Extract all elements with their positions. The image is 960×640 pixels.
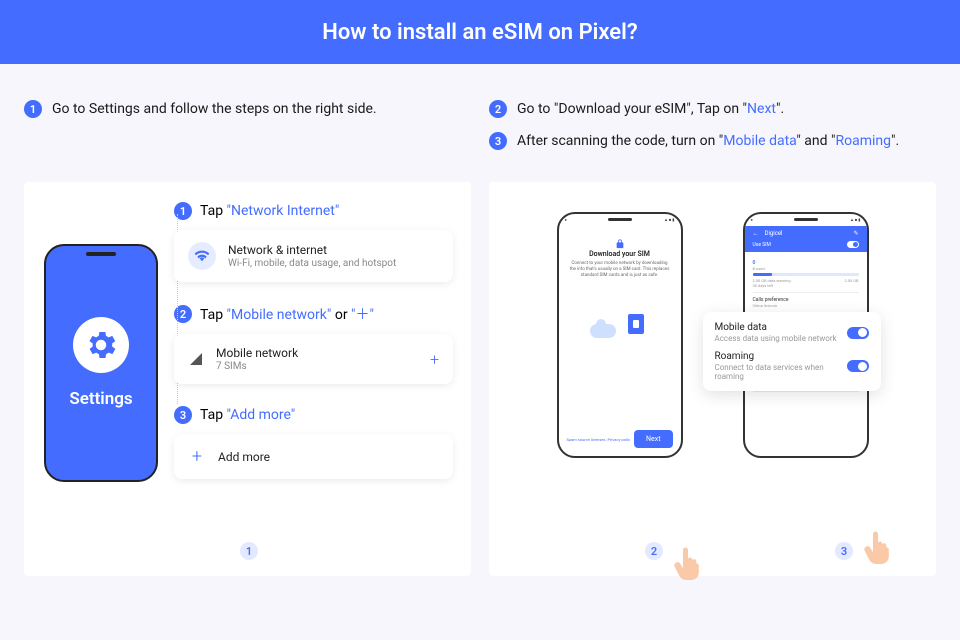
download-sim-title: Download your SIM [559, 250, 681, 258]
page-title: How to install an eSIM on Pixel? [322, 20, 637, 45]
mobile-data-title: Mobile data [715, 322, 837, 333]
substep-1-heading: 1 Tap "Network Internet" [174, 202, 453, 220]
roaming-highlight: Roaming [835, 133, 891, 149]
substep-1: 1 Tap "Network Internet" Network & inter… [174, 202, 453, 282]
calls-pref-row[interactable]: Calls preference China Unicom [753, 293, 859, 313]
card1-sub: Wi-Fi, mobile, data usage, and hotspot [228, 258, 396, 269]
back-arrow-icon[interactable]: ← [753, 230, 759, 237]
substep-3-heading: 3 Tap "Add more" [174, 406, 453, 424]
phone-download-sim: ●▲ ■ ▮ Download your SIM Connect to your… [557, 212, 683, 458]
card1-title: Network & internet [228, 243, 396, 257]
settings-label: Settings [69, 389, 132, 409]
mobile-data-sub: Access data using mobile network [715, 334, 837, 343]
carrier-name: Digicel [765, 230, 783, 237]
card3-title: Add more [218, 450, 270, 464]
sub-badge-3: 3 [174, 406, 192, 424]
s3a: After scanning the code, turn on " [517, 133, 723, 149]
privacy-link[interactable]: Spam source licenses. Privacy polic [567, 437, 631, 442]
lock-icon [615, 234, 625, 244]
signal-icon [188, 351, 204, 367]
step-1-text: 1 Go to Settings and follow the steps on… [24, 100, 471, 118]
s3e: ". [891, 133, 899, 149]
add-more-card[interactable]: + Add more [174, 434, 453, 479]
download-sim-desc: Connect to your mobile network by downlo… [559, 258, 681, 282]
step-badge-1: 1 [24, 100, 42, 118]
network-internet-highlight: "Network Internet" [227, 203, 340, 219]
s2c: ". [776, 101, 784, 117]
status-bar-3: ●▲ ■ ▮ [745, 214, 867, 224]
use-sim-toggle[interactable] [847, 241, 859, 248]
settings-phone: Settings [44, 244, 158, 482]
status-bar-2: ●▲ ■ ▮ [559, 214, 681, 224]
panel-badge-2: 2 [645, 542, 663, 560]
step-badge-2: 2 [489, 100, 507, 118]
header-banner: How to install an eSIM on Pixel? [0, 0, 960, 64]
left-column: 1 Go to Settings and follow the steps on… [24, 100, 471, 576]
mobile-network-highlight: "Mobile network" [227, 307, 332, 323]
step-3-text: 3 After scanning the code, turn on "Mobi… [489, 132, 936, 150]
roaming-sub: Connect to data services when roaming [715, 363, 847, 381]
right-panel: ●▲ ■ ▮ Download your SIM Connect to your… [489, 182, 936, 576]
left-steps-text: 1 Go to Settings and follow the steps on… [24, 100, 471, 182]
right-column: 2 Go to "Download your eSIM", Tap on "Ne… [489, 100, 936, 576]
or-text: or [331, 307, 351, 323]
edit-icon[interactable]: ✎ [853, 230, 858, 237]
card2-title: Mobile network [216, 346, 298, 360]
tap-label-2: Tap [200, 307, 227, 323]
roaming-row[interactable]: Roaming Connect to data services when ro… [715, 351, 869, 381]
hand-pointer-icon [671, 540, 705, 580]
b-used: B used [753, 266, 859, 271]
plus-left-icon: + [188, 446, 206, 467]
gear-icon [73, 317, 129, 373]
step-badge-3: 3 [489, 132, 507, 150]
panel-badge-1: 1 [240, 542, 258, 560]
tap-label-3: Tap [200, 407, 227, 423]
sim-graphic [590, 310, 650, 342]
sub-steps: 1 Tap "Network Internet" Network & inter… [174, 202, 459, 560]
toggles-popup: Mobile data Access data using mobile net… [703, 312, 881, 391]
data-size: 2.00 GB [844, 278, 858, 283]
tap-label: Tap [200, 203, 227, 219]
right-steps-text: 2 Go to "Download your eSIM", Tap on "Ne… [489, 100, 936, 182]
add-more-highlight: "Add more" [227, 407, 296, 423]
step-1-label: Go to Settings and follow the steps on t… [52, 101, 377, 117]
hand-pointer-icon-2 [861, 524, 895, 564]
step-2-text: 2 Go to "Download your eSIM", Tap on "Ne… [489, 100, 936, 118]
usage-bar [753, 273, 859, 276]
s2a: Go to "Download your eSIM", Tap on " [517, 101, 747, 117]
roaming-title: Roaming [715, 351, 847, 362]
use-sim-label: Use SIM [753, 242, 771, 248]
s3c: " and " [796, 133, 835, 149]
panel-badge-3: 3 [835, 542, 853, 560]
network-internet-card[interactable]: Network & internet Wi-Fi, mobile, data u… [174, 230, 453, 282]
mobile-data-toggle[interactable] [847, 327, 869, 339]
substep-2: 2 Tap "Mobile network" or "＋" Mobile net… [174, 304, 453, 384]
mock-screen-3: ●▲ ■ ▮ ←Digicel✎ Use SIM 0 B used 2.00 G… [743, 212, 869, 560]
sim-chip-icon [628, 314, 644, 334]
substep-2-heading: 2 Tap "Mobile network" or "＋" [174, 304, 453, 324]
cloud-icon [590, 324, 616, 338]
mobile-data-row[interactable]: Mobile data Access data using mobile net… [715, 322, 869, 343]
wifi-icon [188, 242, 216, 270]
substep-3: 3 Tap "Add more" + Add more [174, 406, 453, 479]
roaming-toggle[interactable] [847, 360, 869, 372]
mock-screen-2: ●▲ ■ ▮ Download your SIM Connect to your… [557, 212, 683, 560]
days-left: 30 days left [753, 283, 859, 288]
next-button[interactable]: Next [634, 430, 672, 448]
mobile-data-highlight: Mobile data [723, 133, 796, 149]
left-panel: Settings 1 Tap "Network Internet" Networ… [24, 182, 471, 576]
plus-icon[interactable]: + [430, 350, 439, 369]
content-area: 1 Go to Settings and follow the steps on… [0, 64, 960, 576]
next-highlight: Next [747, 101, 776, 117]
mobile-network-card[interactable]: Mobile network 7 SIMs + [174, 334, 453, 384]
calls-sub: China Unicom [753, 303, 859, 308]
plus-highlight: "＋" [351, 307, 374, 323]
card2-sub: 7 SIMs [216, 361, 298, 372]
